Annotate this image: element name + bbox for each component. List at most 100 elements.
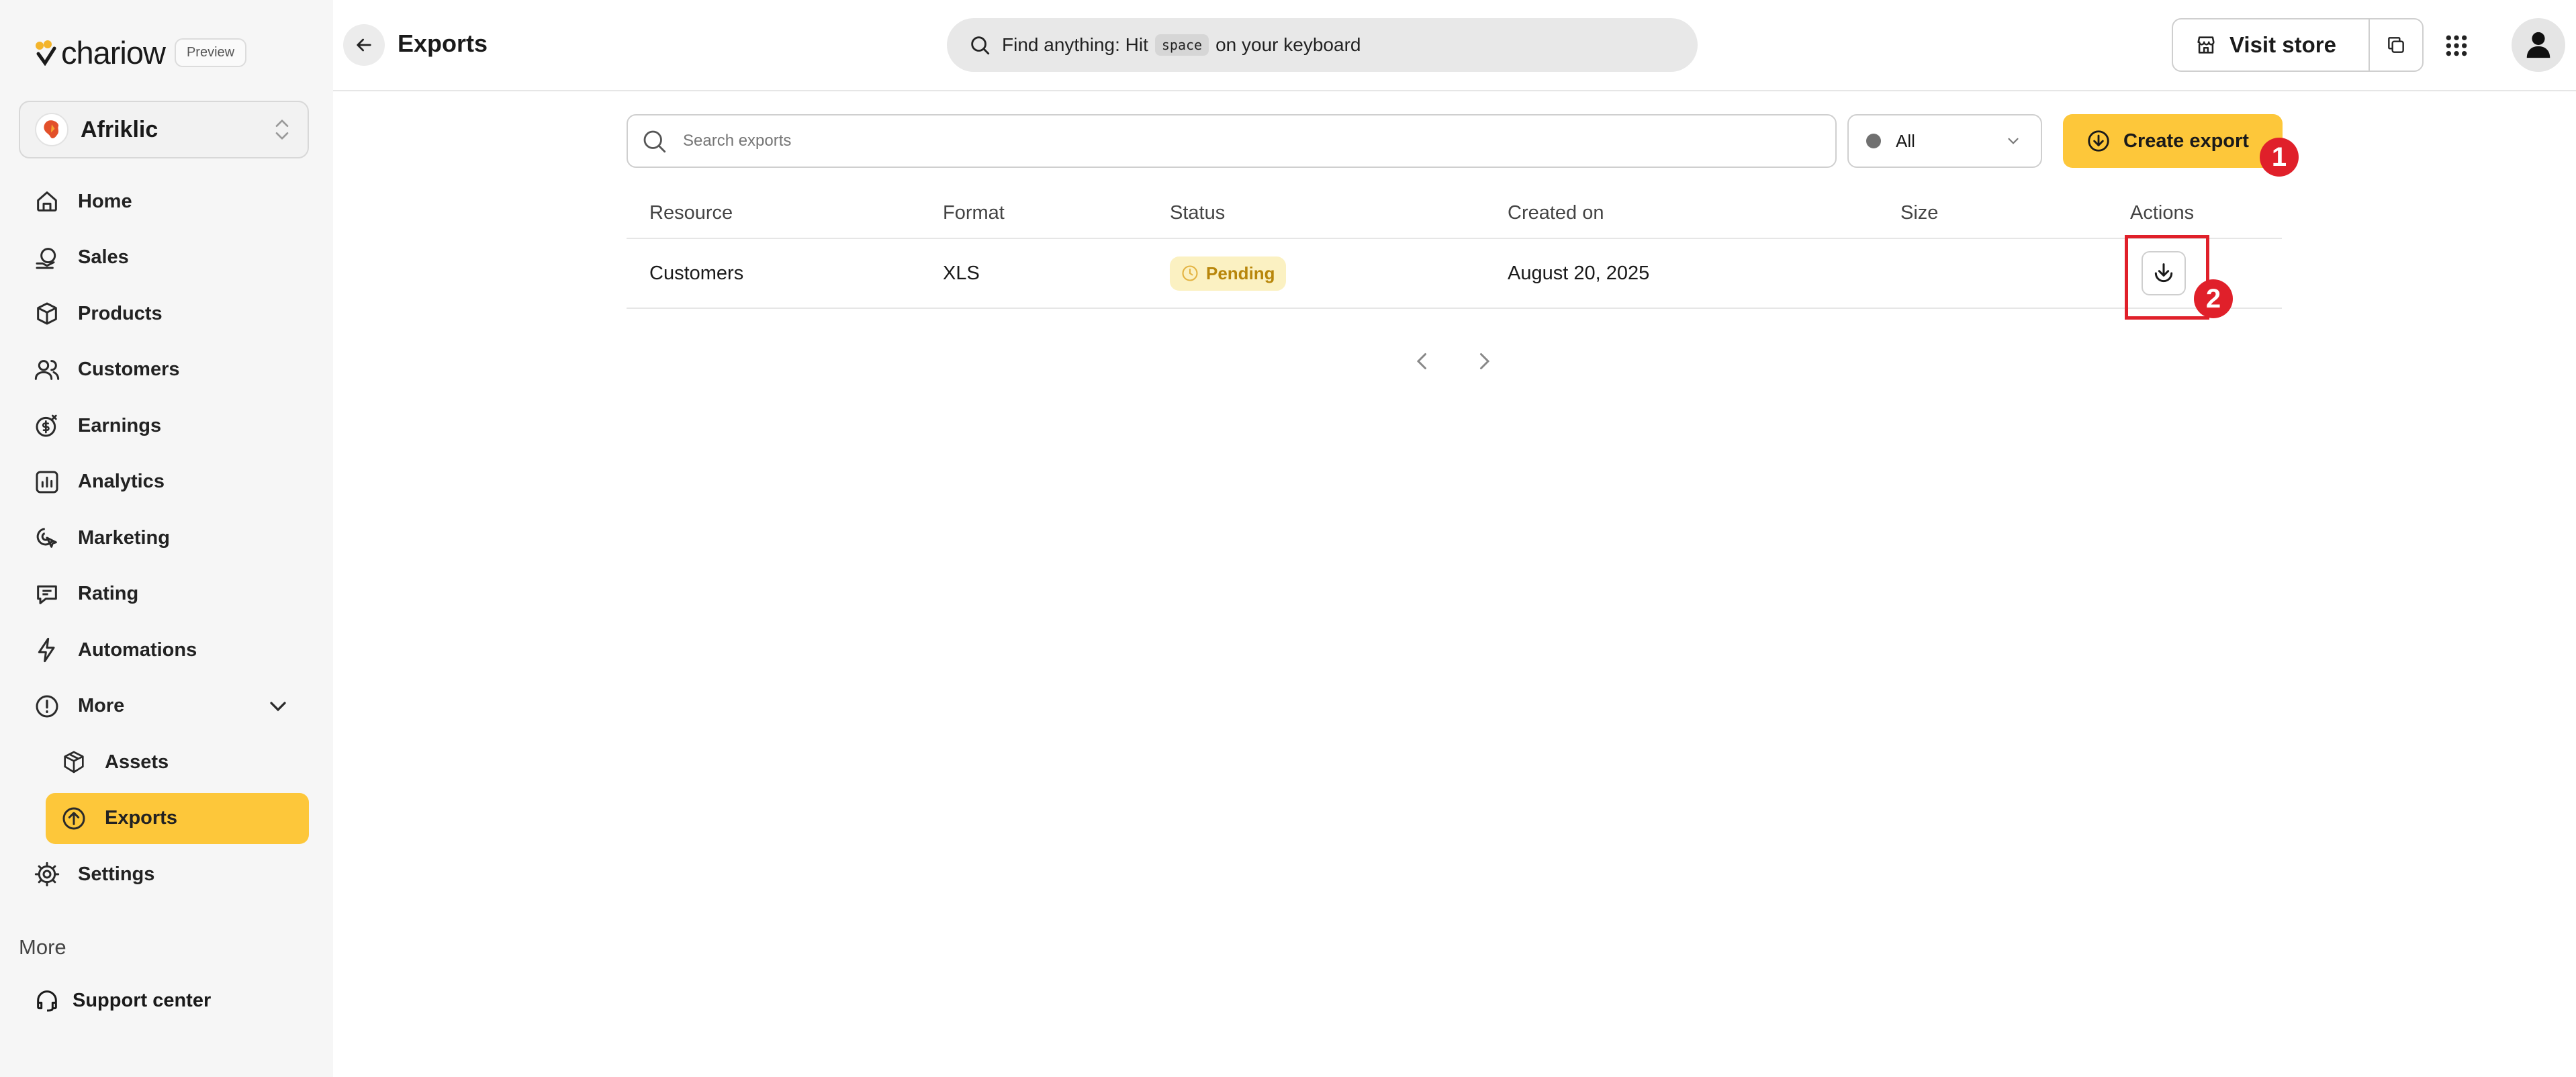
grid-dots-icon — [2443, 32, 2470, 59]
column-header-status: Status — [1170, 201, 1226, 224]
table-row: Customers XLS Pending August 20, 2025 — [627, 239, 2282, 309]
sidebar-item-sales[interactable]: Sales — [19, 232, 309, 283]
sidebar-item-assets[interactable]: Assets — [46, 737, 309, 788]
cell-resource: Customers — [649, 262, 744, 284]
lightning-icon — [34, 637, 60, 663]
upload-circle-icon — [60, 805, 87, 832]
sidebar-item-label: Rating — [78, 583, 139, 604]
rating-icon — [34, 581, 60, 608]
create-export-label: Create export — [2123, 130, 2249, 152]
main-nav: Home Sales Products Customers Earnings A… — [19, 176, 309, 905]
cell-status: Pending — [1147, 256, 1485, 291]
sidebar-item-earnings[interactable]: Earnings — [19, 400, 309, 451]
chevron-down-icon — [265, 693, 291, 720]
back-button[interactable] — [343, 24, 385, 66]
search-icon — [640, 127, 668, 155]
column-header-format: Format — [943, 201, 1005, 224]
column-header-created-on: Created on — [1508, 201, 1604, 224]
search-hint-prefix: Find anything: Hit — [1002, 34, 1148, 55]
sidebar-item-exports[interactable]: Exports — [46, 792, 309, 844]
support-center-link[interactable]: Support center — [34, 987, 211, 1014]
exports-table: Resource Format Status Created on Size A… — [627, 188, 2282, 309]
chevron-up-down-icon — [271, 117, 293, 142]
store-avatar — [35, 113, 68, 146]
sidebar-item-label: Products — [78, 302, 163, 324]
sidebar-item-more[interactable]: More — [19, 681, 309, 732]
status-filter-select[interactable]: All — [1847, 114, 2042, 168]
topbar: Exports Find anything: Hit space on your… — [333, 0, 2576, 91]
download-circle-icon — [2086, 128, 2111, 154]
sidebar-item-marketing[interactable]: Marketing — [19, 512, 309, 563]
search-exports-input[interactable] — [683, 132, 1757, 150]
arrow-left-icon — [353, 34, 375, 56]
chariow-logo-icon — [33, 39, 60, 66]
sidebar-item-label: More — [78, 695, 125, 716]
column-header-size: Size — [1900, 201, 1939, 224]
users-icon — [34, 357, 60, 383]
sidebar: chariow Preview Afriklic Home Sales Prod… — [0, 0, 333, 1077]
callout-badge-2: 2 — [2194, 279, 2233, 318]
store-icon — [2195, 34, 2217, 56]
sidebar-item-label: Assets — [105, 751, 169, 773]
sidebar-item-rating[interactable]: Rating — [19, 569, 309, 620]
sidebar-item-label: Customers — [78, 359, 180, 380]
cell-created-on: August 20, 2025 — [1508, 262, 1650, 284]
sidebar-item-label: Sales — [78, 246, 129, 268]
sidebar-item-products[interactable]: Products — [19, 288, 309, 339]
sales-icon — [34, 244, 60, 271]
keyboard-key-hint: space — [1154, 34, 1209, 56]
sidebar-item-label: Exports — [105, 807, 177, 829]
chevron-down-icon — [2005, 132, 2022, 150]
visit-store-button[interactable]: Visit store — [2173, 19, 2370, 71]
sidebar-item-customers[interactable]: Customers — [19, 344, 309, 395]
sidebar-item-analytics[interactable]: Analytics — [19, 457, 309, 508]
sidebar-item-label: Home — [78, 190, 132, 212]
home-icon — [34, 188, 60, 215]
page-title: Exports — [398, 30, 488, 57]
column-header-resource: Resource — [649, 201, 733, 224]
cube-icon — [60, 749, 87, 776]
marketing-icon — [34, 524, 60, 551]
sidebar-item-label: Automations — [78, 639, 197, 661]
analytics-icon — [34, 469, 60, 496]
column-header-actions: Actions — [2130, 201, 2195, 224]
create-export-button[interactable]: Create export — [2063, 114, 2283, 168]
callout-badge-1: 1 — [2260, 138, 2299, 177]
user-icon — [2523, 30, 2554, 60]
more-section-heading: More — [19, 935, 66, 959]
sidebar-item-label: Marketing — [78, 526, 170, 549]
gear-icon — [34, 861, 60, 888]
sidebar-item-label: Analytics — [78, 471, 165, 492]
apps-menu-button[interactable] — [2438, 27, 2475, 64]
status-dot — [1866, 134, 1881, 148]
store-switcher[interactable]: Afriklic — [19, 101, 309, 158]
sidebar-item-automations[interactable]: Automations — [19, 624, 309, 675]
copy-icon — [2385, 34, 2407, 56]
search-icon — [968, 34, 991, 56]
search-exports-field[interactable] — [627, 114, 1837, 168]
global-search[interactable]: Find anything: Hit space on your keyboar… — [947, 18, 1698, 72]
pagination — [1410, 349, 1496, 373]
info-circle-icon — [34, 693, 60, 720]
sidebar-item-label: Earnings — [78, 414, 162, 436]
copy-store-link-button[interactable] — [2370, 19, 2422, 71]
store-name: Afriklic — [81, 116, 158, 142]
brand-logo[interactable]: chariow Preview — [33, 34, 247, 71]
search-hint-suffix: on your keyboard — [1215, 34, 1361, 55]
brand-name: chariow — [61, 34, 166, 71]
headset-icon — [34, 987, 60, 1014]
clock-icon — [1181, 264, 1199, 283]
chevron-right-icon[interactable] — [1472, 349, 1496, 373]
sidebar-item-settings[interactable]: Settings — [19, 849, 309, 900]
chevron-left-icon[interactable] — [1410, 349, 1434, 373]
sidebar-item-label: Settings — [78, 863, 155, 885]
support-center-label: Support center — [73, 989, 212, 1011]
user-avatar-button[interactable] — [2512, 18, 2565, 72]
status-badge-label: Pending — [1206, 263, 1275, 283]
status-filter-value: All — [1896, 130, 1915, 151]
cell-format: XLS — [943, 262, 980, 284]
table-header: Resource Format Status Created on Size A… — [627, 188, 2282, 239]
sidebar-item-home[interactable]: Home — [19, 176, 309, 227]
visit-store-label: Visit store — [2229, 32, 2336, 57]
visit-store-group: Visit store — [2172, 18, 2424, 72]
